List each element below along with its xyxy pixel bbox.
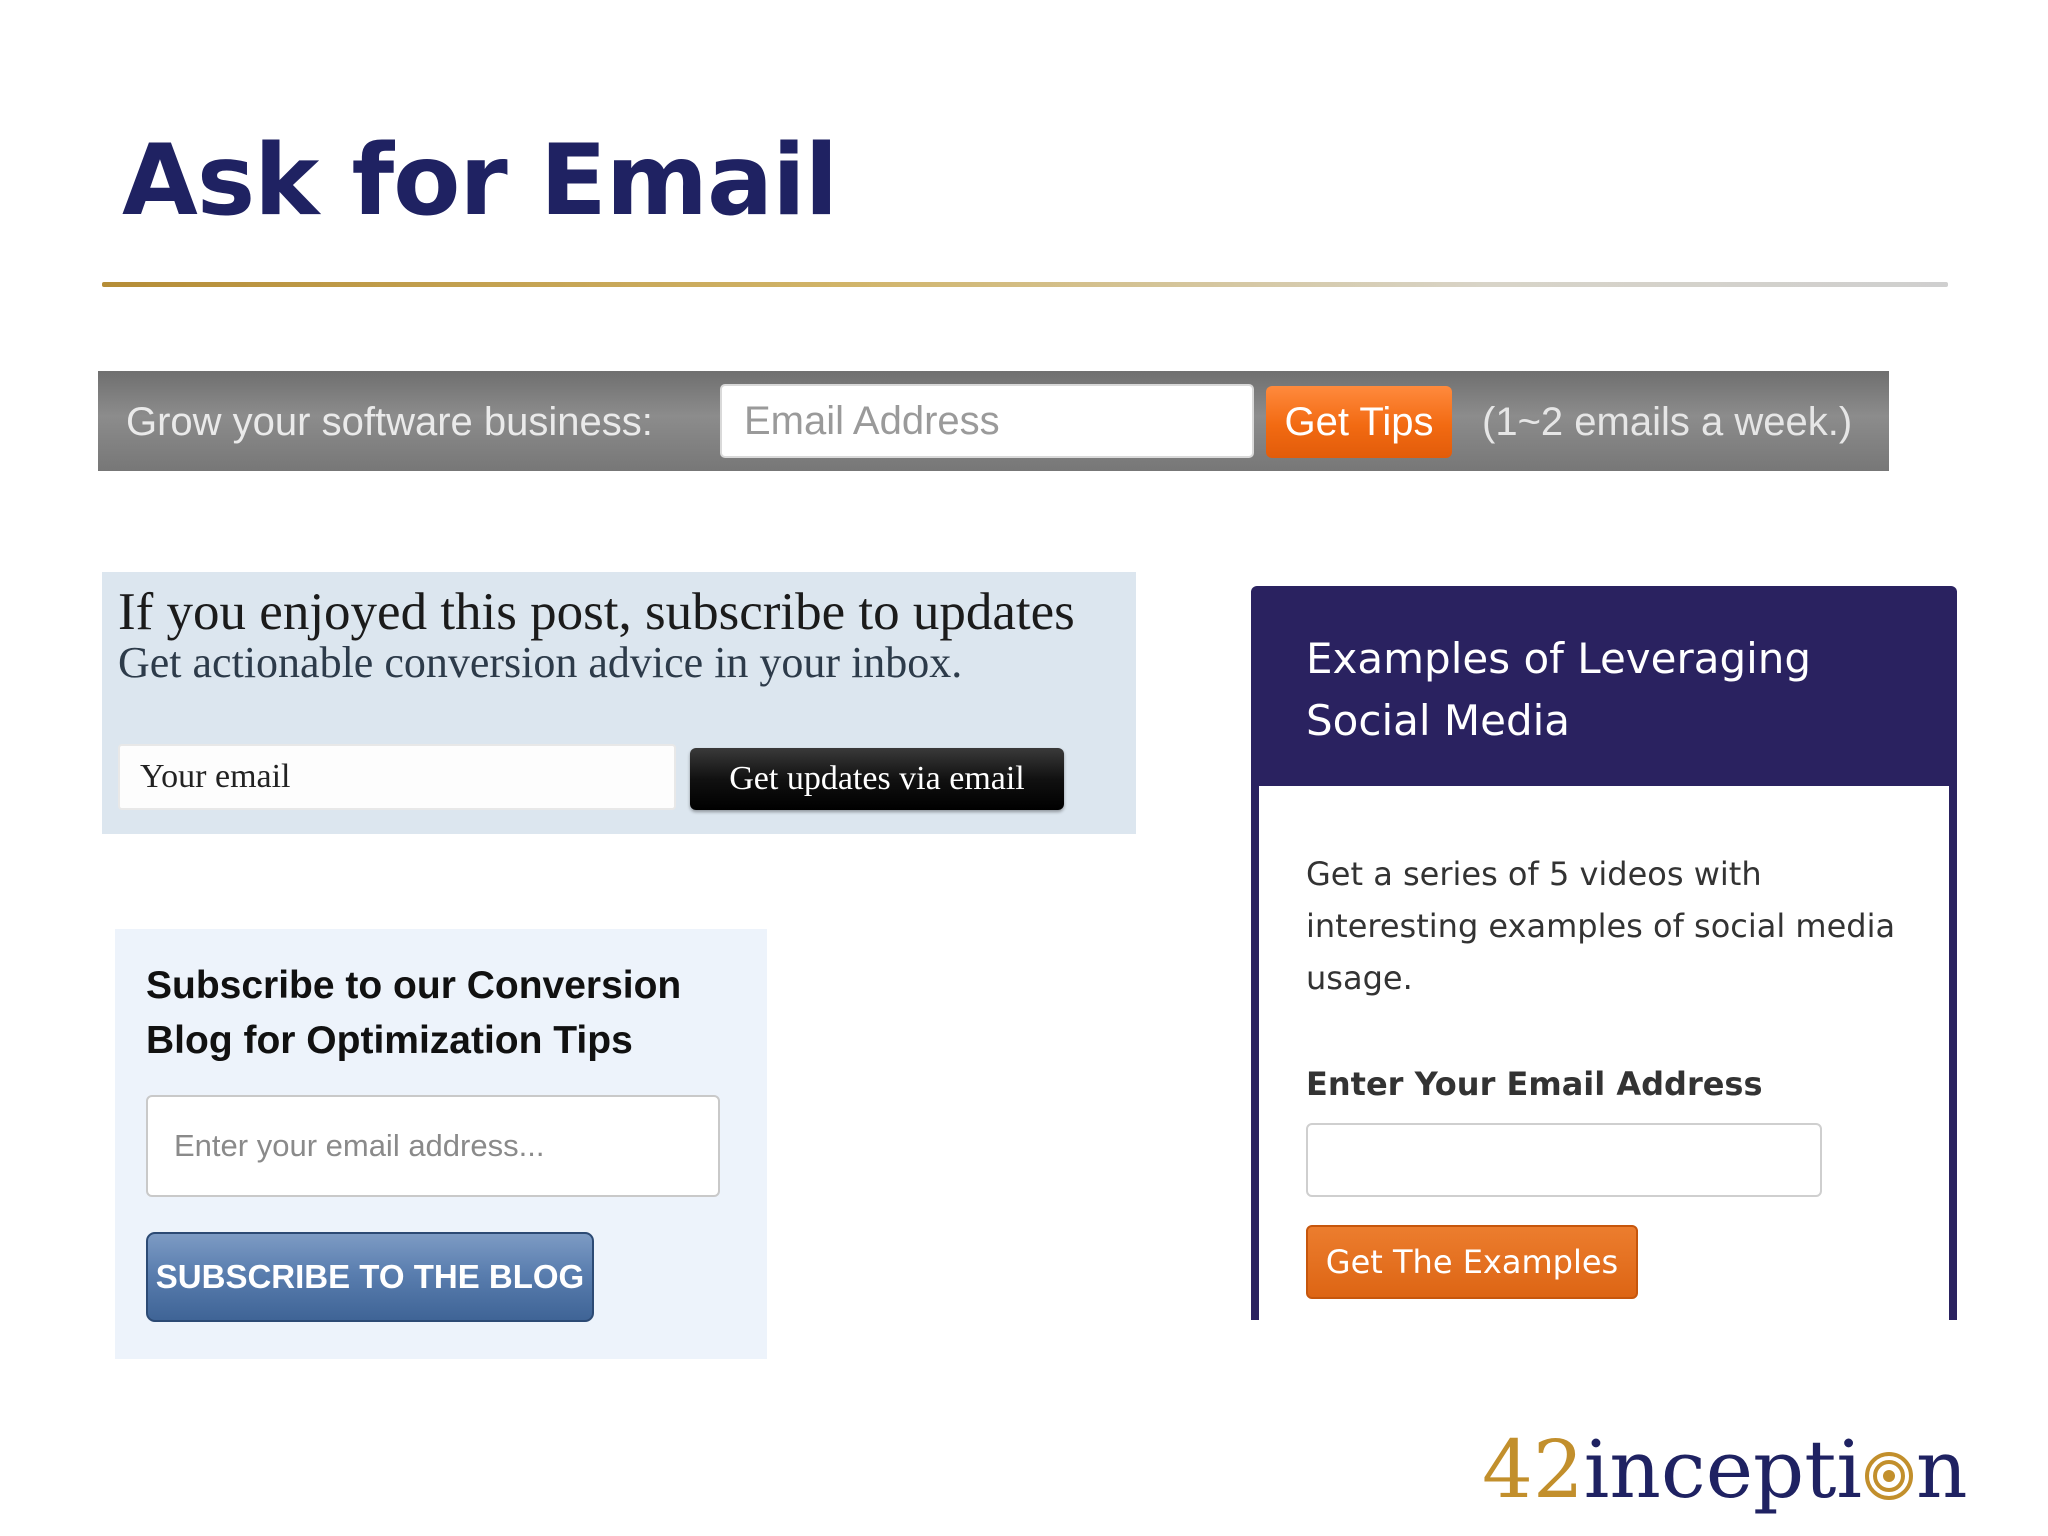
- newsletter-frequency-note: (1~2 emails a week.): [1482, 400, 1853, 444]
- post-subscribe-subheading: Get actionable conversion advice in your…: [118, 638, 963, 687]
- target-icon: [1865, 1452, 1913, 1500]
- post-subscribe-email-input[interactable]: [118, 744, 676, 810]
- blog-subscribe-email-input[interactable]: [146, 1095, 720, 1197]
- logo-word-start: incepti: [1583, 1423, 1862, 1516]
- newsletter-bar-label: Grow your software business:: [126, 400, 653, 444]
- newsletter-bar-email-input[interactable]: [720, 384, 1254, 458]
- title-divider: [102, 282, 1948, 287]
- subscribe-blog-button[interactable]: SUBSCRIBE TO THE BLOG: [146, 1232, 594, 1322]
- social-card-description: Get a series of 5 videos with interestin…: [1306, 855, 1896, 997]
- social-card-email-label: Enter Your Email Address: [1306, 1065, 1763, 1103]
- blog-subscribe-heading: Subscribe to our Conversion Blog for Opt…: [146, 964, 682, 1062]
- get-examples-button[interactable]: Get The Examples: [1306, 1225, 1638, 1299]
- get-tips-button[interactable]: Get Tips: [1266, 386, 1452, 458]
- slide-title: Ask for Email: [122, 124, 838, 238]
- social-card-title: Examples of Leveraging Social Media: [1306, 634, 1812, 745]
- social-card-border-right: [1949, 786, 1957, 1320]
- get-updates-button[interactable]: Get updates via email: [690, 748, 1064, 810]
- social-card-border-left: [1251, 786, 1259, 1320]
- logo-word-end: n: [1916, 1423, 1968, 1516]
- social-card-email-input[interactable]: [1306, 1123, 1822, 1197]
- post-subscribe-heading: If you enjoyed this post, subscribe to u…: [118, 583, 1075, 641]
- company-logo: 42incepti n: [1482, 1420, 1968, 1520]
- logo-number: 42: [1482, 1423, 1584, 1516]
